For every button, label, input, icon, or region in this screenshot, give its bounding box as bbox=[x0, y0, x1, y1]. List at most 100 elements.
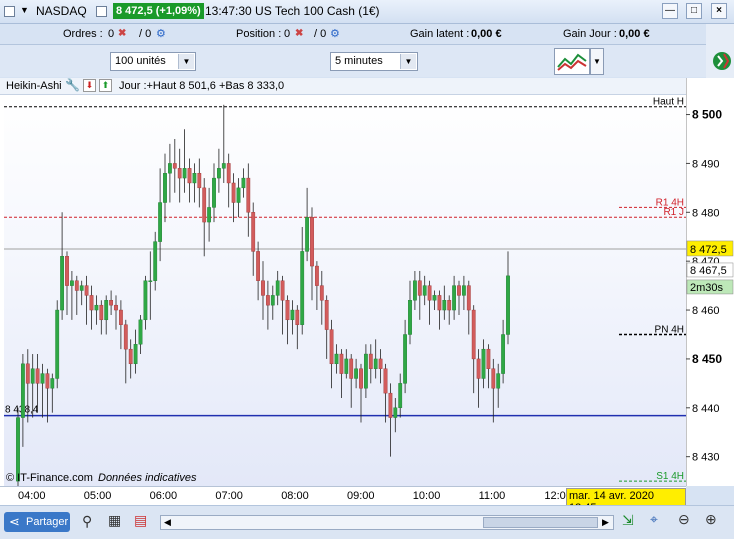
candle-body bbox=[231, 182, 236, 203]
candle-body bbox=[457, 285, 461, 296]
candle-body bbox=[221, 163, 226, 169]
candle-body bbox=[143, 280, 148, 321]
move-down-icon[interactable]: ⬇ bbox=[83, 79, 96, 92]
autoscale-icon[interactable]: ⇲ bbox=[622, 512, 634, 529]
y-tick-label: 8 480 bbox=[692, 207, 720, 219]
x-tick-label: 05:00 bbox=[83, 490, 112, 502]
indicators-icon[interactable]: ▤ bbox=[134, 512, 147, 529]
instrument-dropdown-icon[interactable]: ▼ bbox=[20, 5, 29, 15]
close-position-icon[interactable]: ✖ bbox=[295, 28, 303, 39]
candle-body bbox=[305, 216, 309, 252]
y-tick-label: 8 460 bbox=[692, 305, 720, 317]
chart-type-button[interactable] bbox=[554, 48, 590, 75]
price-axis-svg: 8 5008 4908 4808 4708 4608 4508 4408 430… bbox=[686, 78, 734, 486]
quantity-select[interactable]: 100 unités ▼ bbox=[110, 52, 196, 71]
cancel-orders-icon[interactable]: ✖ bbox=[118, 28, 126, 39]
zoom-in-icon[interactable]: ⊕ bbox=[705, 511, 717, 528]
side-strip bbox=[706, 24, 734, 78]
chart-type-dropdown[interactable]: ▼ bbox=[590, 48, 604, 75]
orders-settings-icon[interactable]: ⚙ bbox=[156, 27, 166, 40]
zoom-fit-icon[interactable]: ⌖ bbox=[650, 511, 658, 528]
instrument-name[interactable]: NASDAQ bbox=[36, 4, 87, 18]
candle-body bbox=[432, 295, 437, 301]
candle-body bbox=[319, 285, 324, 301]
scroll-left-icon[interactable]: ◀ bbox=[164, 517, 171, 528]
candle-body bbox=[84, 285, 89, 296]
y-tick-label: 8 490 bbox=[692, 158, 720, 170]
candle-body bbox=[207, 207, 211, 223]
level-label: Haut H bbox=[653, 97, 684, 108]
x-tick-label: 09:00 bbox=[347, 490, 375, 502]
y-tick-label: 8 440 bbox=[692, 403, 720, 415]
x-tick-label: 06:00 bbox=[149, 490, 178, 502]
link-checkbox[interactable] bbox=[4, 6, 15, 17]
candle-body bbox=[212, 177, 216, 208]
plot-area[interactable]: 8 438,4 Haut H R1 4H R1 J PN 4H S1 4H bbox=[4, 95, 686, 486]
chart-type-label[interactable]: Heikin-Ashi bbox=[6, 80, 62, 92]
candle-body bbox=[417, 280, 422, 296]
candle-body bbox=[427, 285, 432, 301]
chevron-down-icon[interactable]: ▼ bbox=[400, 54, 416, 69]
chart-area[interactable]: 8 438,4 Haut H R1 4H R1 J PN 4H S1 4H © IT-Fi… bbox=[0, 95, 686, 486]
share-button[interactable]: ⋖ Partager bbox=[4, 512, 70, 532]
scroll-right-icon[interactable]: ▶ bbox=[602, 517, 609, 528]
last-price-label: 8 472,5 bbox=[690, 244, 727, 256]
price-badge: 8 472,5 (+1,09%) bbox=[113, 3, 204, 19]
candle-body bbox=[393, 407, 398, 418]
prev-price-label: 8 467,5 bbox=[690, 265, 727, 277]
close-button[interactable]: × bbox=[711, 3, 727, 19]
app-logo-icon[interactable] bbox=[712, 48, 732, 74]
candle-body bbox=[251, 212, 256, 252]
candle-body bbox=[486, 348, 491, 369]
wrench-icon[interactable]: 🔧 bbox=[65, 78, 80, 92]
candle-body bbox=[466, 285, 471, 311]
zoom-out-icon[interactable]: ⊖ bbox=[678, 511, 690, 528]
candle-body bbox=[246, 177, 251, 213]
timeframe-select[interactable]: 5 minutes ▼ bbox=[330, 52, 418, 71]
gain-jour-label: Gain Jour : bbox=[563, 28, 617, 40]
x-tick-label: 08:00 bbox=[281, 490, 309, 502]
position-value: 0 bbox=[284, 28, 291, 40]
orders-label: Ordres : bbox=[63, 28, 103, 40]
drawing-tools-icon[interactable]: ▦ bbox=[108, 512, 121, 529]
magnet-icon[interactable]: ⚲ bbox=[82, 513, 92, 530]
chart-scrollbar[interactable]: ◀ ▶ bbox=[160, 515, 614, 530]
candle-body bbox=[74, 280, 79, 291]
candle-body bbox=[202, 187, 207, 223]
candle-body bbox=[109, 300, 114, 306]
candle-body bbox=[133, 344, 138, 365]
candle-body bbox=[99, 304, 104, 321]
watermark: © IT-Finance.com bbox=[6, 472, 93, 484]
candle-body bbox=[21, 363, 25, 418]
price-axis[interactable]: 8 500 8 490 8 480 8 470 8 460 8 450 8 440 8 430… bbox=[686, 78, 734, 486]
candle-body bbox=[104, 300, 109, 321]
time-axis[interactable]: 04:00 05:00 06:00 07:00 08:00 09:00 10:00 11:00… bbox=[0, 486, 686, 516]
candlestick-chart[interactable]: 8 438,4Haut HR1 4HR1 JPN 4HS1 4H bbox=[4, 95, 686, 486]
chevron-down-icon[interactable]: ▼ bbox=[178, 54, 194, 69]
day-range-info: Jour :+Haut 8 501,6 +Bas 8 333,0 bbox=[119, 80, 285, 92]
candle-body bbox=[270, 295, 275, 306]
candle-body bbox=[315, 265, 319, 286]
candle-body bbox=[447, 300, 452, 311]
maximize-button[interactable]: □ bbox=[686, 3, 702, 19]
scrollbar-thumb[interactable] bbox=[483, 517, 598, 528]
x-tick-label: 07:00 bbox=[215, 490, 243, 502]
candle-body bbox=[182, 168, 187, 179]
candle-body bbox=[354, 368, 358, 379]
alert-checkbox[interactable] bbox=[96, 6, 107, 17]
candle-body bbox=[241, 177, 246, 189]
position-settings-icon[interactable]: ⚙ bbox=[330, 27, 340, 40]
candle-body bbox=[172, 163, 177, 169]
move-up-icon[interactable]: ⬆ bbox=[99, 79, 112, 92]
candle-body bbox=[148, 280, 153, 282]
minimize-button[interactable]: — bbox=[662, 3, 678, 19]
candle-body bbox=[403, 334, 407, 384]
bottom-toolbar: ⋖ Partager ⚲ ▦ ▤ ◀ ▶ ⇲ ⌖ ⊖ ⊕ bbox=[0, 505, 734, 539]
candle-body bbox=[236, 187, 241, 203]
candle-body bbox=[50, 378, 55, 389]
candle-body bbox=[275, 280, 280, 296]
candle-body bbox=[118, 309, 123, 325]
candle-body bbox=[324, 300, 329, 330]
candle-body bbox=[462, 285, 466, 296]
candle-body bbox=[123, 324, 128, 350]
